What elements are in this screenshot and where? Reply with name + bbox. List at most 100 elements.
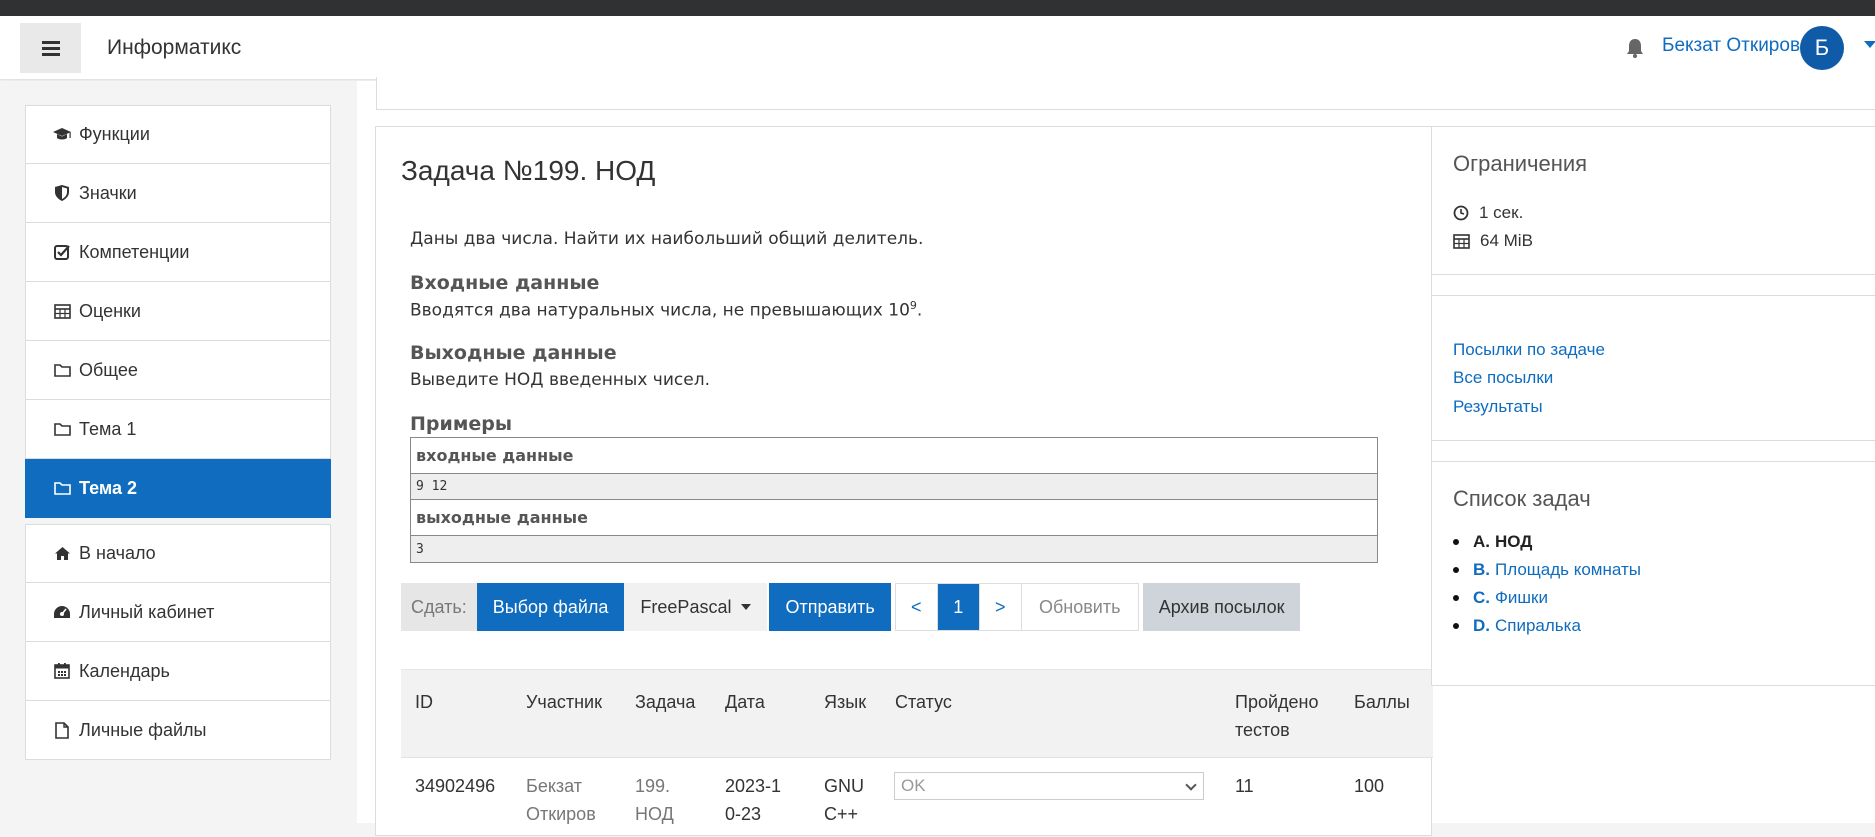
status-value: OK [901,776,926,795]
problem-card: Задача №199. НОД Даны два числа. Найти и… [375,126,1433,837]
refresh-button[interactable]: Обновить [1022,584,1138,630]
checkbox-icon [51,242,73,262]
submit-toolbar: Сдать: Выбор файла FreePascal Отправить … [401,583,1301,631]
sidebar-item-label: Тема 1 [79,418,137,439]
sidebar-item-badges[interactable]: Значки [25,164,331,223]
results-table: ID Участник Задача Дата Язык Статус Прой… [401,669,1433,837]
col-tests: Пройдено тестов [1235,692,1319,740]
graduation-cap-icon [51,125,73,145]
sidebar-item-calendar[interactable]: Календарь [25,642,331,701]
site-brand[interactable]: Информатикс [107,36,241,60]
sidebar-item-grades[interactable]: Оценки [25,282,331,341]
sidebar-item-label: Тема 2 [79,477,137,498]
sidebar-item-label: Оценки [79,300,141,321]
problem-statement: Даны два числа. Найти их наибольший общи… [410,229,924,249]
table-icon [51,301,73,321]
send-button[interactable]: Отправить [769,583,891,631]
memory-limit: 64 MiB [1453,231,1533,251]
table-icon [1453,233,1470,249]
task-link[interactable]: Спиралька [1495,616,1581,636]
task-list-card: Список задач A. НОД B. Площадь комнаты C. Ф… [1431,461,1875,686]
row-task-link[interactable]: 199. НОД [635,772,685,828]
task-link[interactable]: Фишки [1495,588,1548,608]
row-date: 2023-10-23 [725,776,782,824]
sidebar-item-general[interactable]: Общее [25,341,331,400]
choose-file-button[interactable]: Выбор файла [476,583,625,631]
current-page-button[interactable]: 1 [937,584,980,630]
list-item[interactable]: B. Площадь комнаты [1453,556,1641,584]
menu-toggle-button[interactable] [20,23,81,73]
chevron-down-icon [741,604,752,610]
sample-output-value: 3 [411,536,1377,562]
sidebar-item-label: Календарь [79,660,170,681]
limits-card: Ограничения 1 сек. 64 MiB [1431,126,1875,275]
list-item[interactable]: C. Фишки [1453,584,1641,612]
table-row: 34902496 Бекзат Откиров 199. НОД 2023-10… [401,757,1433,837]
sidebar-item-home[interactable]: В начало [25,524,331,583]
language-select[interactable]: FreePascal [624,583,768,631]
sidebar-item-functions[interactable]: Функции [25,105,331,164]
col-score: Баллы [1354,692,1410,712]
hamburger-icon [41,41,60,56]
row-language: GNU C++ [824,776,864,824]
sidebar-nav: Функции Значки Компетенции Оценки Общее … [25,105,331,760]
output-heading: Выходные данные [410,342,617,364]
list-item[interactable]: D. Спиралька [1453,612,1641,640]
sidebar-item-label: Личный кабинет [79,601,215,622]
file-icon [51,720,73,740]
col-status: Статус [895,692,952,712]
chevron-down-icon [1185,779,1197,791]
sidebar-item-competencies[interactable]: Компетенции [25,223,331,282]
output-description: Выведите НОД введенных чисел. [410,370,710,390]
submit-label: Сдать: [401,583,477,631]
submissions-archive-button[interactable]: Архив посылок [1142,583,1301,631]
user-menu-caret-icon[interactable] [1864,41,1875,48]
next-page-button[interactable]: > [980,584,1022,630]
top-navbar: Информатикс Бекзат Откиров Б [0,16,1875,80]
sidebar-item-label: Личные файлы [79,719,207,740]
home-icon [51,544,73,564]
examples-heading: Примеры [410,413,513,435]
notifications-bell-icon[interactable] [1626,38,1644,63]
browser-top-strip [0,0,1875,16]
dashboard-icon [51,602,73,622]
sidebar-item-label: Общее [79,359,138,380]
sidebar-item-label: Значки [79,182,137,203]
prev-page-button[interactable]: < [896,584,938,630]
results-link[interactable]: Результаты [1453,397,1543,417]
task-list-title: Список задач [1453,486,1591,511]
sidebar-item-private-files[interactable]: Личные файлы [25,701,331,760]
sample-output-label: выходные данные [411,500,1377,536]
sidebar-item-dashboard[interactable]: Личный кабинет [25,583,331,642]
col-language: Язык [824,692,867,712]
all-submissions-link[interactable]: Все посылки [1453,368,1553,388]
row-participant-link[interactable]: Бекзат Откиров [526,772,616,828]
col-date: Дата [725,692,765,712]
row-score: 100 [1354,776,1385,796]
task-list: A. НОД B. Площадь комнаты C. Фишки D. Спирал… [1453,528,1641,640]
calendar-icon [51,661,73,681]
limits-title: Ограничения [1453,151,1588,176]
sidebar-item-topic-1[interactable]: Тема 1 [25,400,331,459]
top-card [376,77,1875,110]
input-heading: Входные данные [410,272,600,294]
sample-input-label: входные данные [411,438,1377,474]
status-select[interactable]: OK [894,772,1204,800]
time-limit: 1 сек. [1453,203,1523,223]
results-header: ID Участник Задача Дата Язык Статус Прой… [401,669,1433,757]
user-menu-name[interactable]: Бекзат Откиров [1662,35,1800,57]
sidebar-item-label: Компетенции [79,241,190,262]
input-description: Вводятся два натуральных числа, не превы… [410,299,923,321]
task-link[interactable]: Площадь комнаты [1495,560,1641,580]
sidebar-item-topic-2[interactable]: Тема 2 [25,459,331,518]
row-id: 34902496 [415,776,496,796]
submissions-by-task-link[interactable]: Посылки по задаче [1453,340,1605,360]
clock-icon [1453,205,1469,221]
sample-table: входные данные 9 12 выходные данные 3 [410,437,1378,563]
user-avatar[interactable]: Б [1800,26,1844,70]
folder-icon [51,478,73,498]
problem-title: Задача №199. НОД [401,155,656,186]
shield-icon [51,183,73,203]
row-tests: 11 [1235,776,1254,796]
current-task-name: НОД [1495,532,1533,551]
